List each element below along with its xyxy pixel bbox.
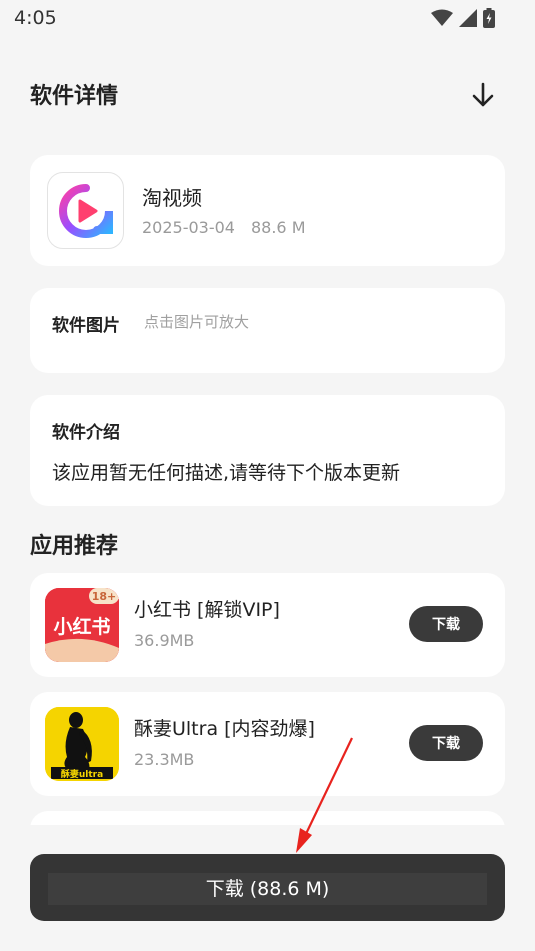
intro-card: 软件介绍 该应用暂无任何描述,请等待下个版本更新 [30,395,505,506]
list-item[interactable]: 18+ 小红书 小红书 [解锁VIP] 36.9MB 下载 [30,573,505,677]
list-item[interactable] [30,811,505,825]
app-info-card: 淘视频 2025-03-04 88.6 M [30,155,505,266]
app-name: 淘视频 [142,186,202,210]
app-size: 88.6 M [250,218,306,237]
header-download-button[interactable] [469,80,497,110]
rec-name: 小红书 [解锁VIP] [134,599,280,621]
list-item[interactable]: 酥妻ultra 酥妻Ultra [内容劲爆] 23.3MB 下载 [30,692,505,796]
rec-download-button[interactable]: 下载 [409,606,483,642]
rec-badge: 18+ [92,590,117,603]
status-time: 4:05 [14,7,57,29]
xiaohongshu-logo-icon: 18+ 小红书 [45,588,119,662]
rec-icon-text: 酥妻ultra [61,768,103,780]
app-icon [47,172,124,249]
status-bar: 4:05 [0,0,535,38]
rec-icon-text: 小红书 [53,615,110,638]
xiaohongshu-app-icon: 18+ 小红书 [45,588,119,662]
rec-name: 酥妻Ultra [内容劲爆] [134,718,315,740]
rec-download-button[interactable]: 下载 [409,725,483,761]
status-icons [431,8,495,28]
recommendations-title: 应用推荐 [30,534,119,559]
intro-label: 软件介绍 [52,423,120,443]
main-download-button[interactable]: 下载 (88.6 M) [30,854,505,921]
screenshots-hint: 点击图片可放大 [144,313,250,331]
intro-text: 该应用暂无任何描述,请等待下个版本更新 [52,462,401,484]
page-title: 软件详情 [30,84,119,109]
battery-icon [483,8,495,28]
app-date: 2025-03-04 [142,218,235,237]
rec-size: 36.9MB [134,631,195,650]
main-download-label: 下载 (88.6 M) [205,878,330,900]
suqi-app-icon: 酥妻ultra [45,707,119,781]
signal-icon [459,9,477,27]
recommendations-list[interactable]: 18+ 小红书 小红书 [解锁VIP] 36.9MB 下载 酥妻ultra 酥妻… [0,573,535,825]
suqi-logo-icon: 酥妻ultra [45,707,119,781]
download-arrow-icon [472,82,494,107]
screenshots-card[interactable]: 软件图片 点击图片可放大 [30,288,505,373]
rec-size: 23.3MB [134,750,195,769]
wifi-icon [431,9,453,26]
app-meta: 2025-03-04 88.6 M [142,218,306,237]
screenshots-label: 软件图片 [52,316,120,336]
tao-video-logo-icon [58,183,113,238]
